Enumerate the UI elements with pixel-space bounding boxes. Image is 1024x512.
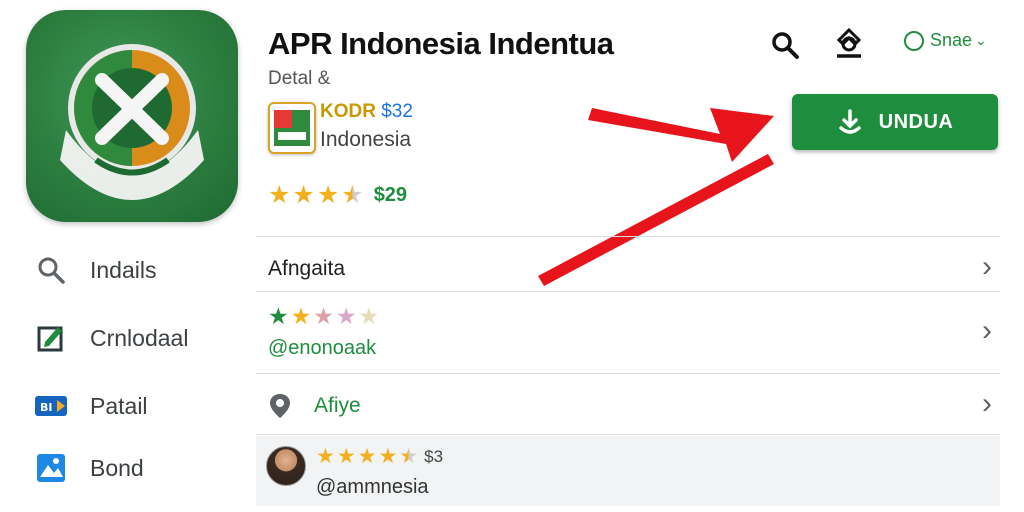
developer-name: KODR xyxy=(320,101,376,122)
developer-logo xyxy=(268,102,316,154)
developer-code[interactable]: KODR $32 xyxy=(320,101,413,123)
divider xyxy=(256,291,1000,292)
star-icon: ★ xyxy=(358,303,380,329)
chevron-right-icon[interactable]: › xyxy=(982,314,992,348)
location-pin-icon xyxy=(268,392,292,425)
chevron-down-icon: ⌄ xyxy=(975,32,987,48)
bank-icon: BI xyxy=(34,389,68,423)
avatar xyxy=(266,446,306,486)
edit-icon xyxy=(34,321,68,355)
sidebar-item-label: Crnlodaal xyxy=(90,324,189,351)
install-label: UNDUA xyxy=(878,110,954,133)
star-icon: ★ xyxy=(313,303,334,329)
review-rating: ★ ★ ★ ★ ★ $3 xyxy=(316,446,443,467)
install-button[interactable]: UNDUA xyxy=(792,94,998,150)
sidebar-item-label: Bond xyxy=(90,454,144,481)
review-handle[interactable]: @enonoaak xyxy=(268,337,376,360)
image-icon xyxy=(34,451,68,485)
review-rating: ★ ★ ★ ★ ★ xyxy=(268,305,381,328)
language-label: Snae xyxy=(930,30,973,50)
language-selector[interactable]: Snae ⌄ xyxy=(904,30,987,51)
share-icon[interactable] xyxy=(832,26,866,60)
download-icon xyxy=(838,109,861,134)
search-icon[interactable] xyxy=(768,28,802,62)
divider xyxy=(256,236,1000,237)
app-subtitle: Detal & xyxy=(268,68,331,89)
review-count: $3 xyxy=(424,446,444,466)
developer-price: $32 xyxy=(381,101,413,122)
chevron-right-icon[interactable]: › xyxy=(982,250,992,284)
svg-text:BI: BI xyxy=(40,401,52,414)
star-icon: ★ xyxy=(268,303,289,329)
sidebar-item-bond[interactable]: Bond xyxy=(34,451,144,485)
star-half-icon: ★ xyxy=(341,181,364,209)
app-title: APR Indonesia Indentua xyxy=(268,26,614,61)
developer-country: Indonesia xyxy=(320,128,412,151)
star-icon: ★ xyxy=(335,303,357,329)
rating-count: $29 xyxy=(373,184,408,206)
app-rating: ★ ★ ★ ★ $29 xyxy=(268,183,407,208)
sidebar-item-patail[interactable]: BI Patail xyxy=(34,389,148,423)
star-icon: ★ xyxy=(316,181,340,209)
search-icon xyxy=(34,253,68,287)
sidebar-item-details[interactable]: Indails xyxy=(34,253,156,287)
annotation-arrows xyxy=(538,108,774,286)
star-icon: ★ xyxy=(292,181,315,209)
star-icon: ★ xyxy=(357,445,377,468)
divider xyxy=(256,373,1000,374)
review-handle[interactable]: @ammnesia xyxy=(316,476,429,499)
sidebar-item-label: Indails xyxy=(90,256,157,283)
star-icon: ★ xyxy=(378,445,398,468)
sidebar-item-label: Patail xyxy=(90,392,148,419)
star-icon: ★ xyxy=(336,445,356,468)
row-location-label: Afiye xyxy=(314,394,361,417)
sidebar-item-download[interactable]: Crnlodaal xyxy=(34,321,188,355)
globe-icon xyxy=(904,30,924,51)
star-half-icon: ★ xyxy=(399,445,419,468)
star-icon: ★ xyxy=(268,181,291,209)
star-icon: ★ xyxy=(316,445,335,468)
chevron-right-icon[interactable]: › xyxy=(982,387,992,421)
row-angulata-label: Afngaita xyxy=(268,257,346,280)
divider xyxy=(256,434,1000,435)
star-icon: ★ xyxy=(290,303,312,329)
app-icon xyxy=(26,10,238,222)
